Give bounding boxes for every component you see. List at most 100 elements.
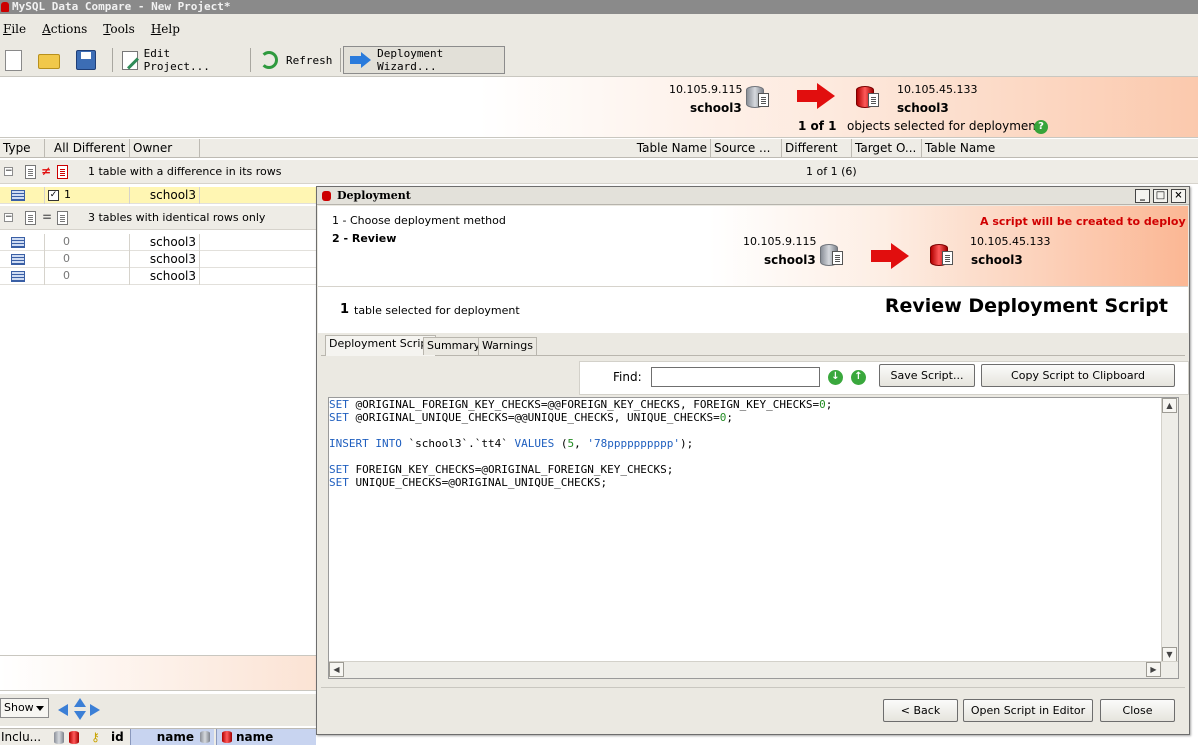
- column-source[interactable]: Source ...: [711, 139, 782, 158]
- column-owner[interactable]: Owner: [130, 139, 200, 158]
- toolbar-separator: [340, 48, 341, 72]
- edit-project-label: Edit Project...: [143, 47, 210, 73]
- save-script-button[interactable]: Save Script...: [879, 364, 975, 387]
- detail-banner: [0, 655, 316, 691]
- find-previous-icon[interactable]: ↑: [851, 370, 866, 385]
- toolbar: Edit Project... Refresh Deployment Wizar…: [0, 44, 1198, 77]
- key-icon: ⚷: [91, 730, 100, 744]
- script-line: INSERT INTO `school3`.`tt4` VALUES (5, '…: [329, 437, 694, 450]
- source-doc-icon: [25, 165, 36, 179]
- window-title: MySQL Data Compare - New Project*: [12, 0, 231, 13]
- table-row[interactable]: ✓ 1 school3: [0, 187, 316, 204]
- row-value: 0: [45, 251, 130, 268]
- maximize-button[interactable]: □: [1153, 189, 1168, 203]
- column-different[interactable]: Different: [782, 139, 852, 158]
- refresh-button[interactable]: Refresh: [260, 46, 334, 74]
- arrow-right-icon: [350, 52, 371, 68]
- step-choose-method[interactable]: 1 - Choose deployment method: [332, 214, 506, 227]
- column-include[interactable]: Inclu...: [1, 730, 41, 744]
- group-row-identical[interactable]: − = 3 tables with identical rows only: [0, 206, 316, 230]
- close-window-button[interactable]: ×: [1171, 189, 1186, 203]
- group-label: 1 table with a difference in its rows: [88, 165, 282, 178]
- scroll-right-icon[interactable]: ▶: [1146, 662, 1161, 677]
- step-review[interactable]: 2 - Review: [332, 232, 396, 245]
- target-database-icon: [856, 83, 879, 109]
- group-row-different[interactable]: − ≠ 1 table with a difference in its row…: [0, 160, 1198, 184]
- table-row[interactable]: 0 school3: [0, 234, 316, 251]
- tab-deployment-script[interactable]: Deployment Script: [325, 335, 436, 356]
- open-script-editor-button[interactable]: Open Script in Editor: [963, 699, 1093, 722]
- column-type[interactable]: Type: [0, 139, 45, 158]
- navigate-arrows-icon[interactable]: [58, 698, 102, 720]
- selection-text: objects selected for deployment: [847, 119, 1041, 133]
- dialog-app-icon: [322, 191, 331, 201]
- deploy-arrow-icon: [871, 243, 909, 269]
- group-count: 1 of 1 (6): [806, 165, 857, 178]
- dialog-title: Deployment: [337, 189, 411, 202]
- script-line: SET UNIQUE_CHECKS=@ORIGINAL_UNIQUE_CHECK…: [329, 476, 608, 489]
- column-name-source[interactable]: name: [130, 729, 214, 745]
- selected-text: table selected for deployment: [354, 304, 520, 317]
- show-bar: Show: [0, 694, 316, 726]
- scroll-down-icon[interactable]: ▼: [1162, 647, 1177, 662]
- detail-column-header: Inclu... ⚷ id name name: [0, 728, 316, 745]
- script-line: SET @ORIGINAL_FOREIGN_KEY_CHECKS=@@FOREI…: [329, 398, 833, 411]
- menu-help[interactable]: Help: [150, 20, 181, 38]
- folder-icon: [38, 54, 60, 69]
- open-project-button[interactable]: [38, 46, 64, 74]
- dialog-source-ip: 10.105.9.115: [743, 235, 817, 248]
- deploy-warning: A script will be created to deploy: [980, 215, 1186, 228]
- show-dropdown[interactable]: Show: [0, 698, 49, 718]
- row-checkbox[interactable]: ✓: [48, 190, 59, 201]
- find-input[interactable]: [651, 367, 820, 387]
- row-owner: school3: [130, 234, 200, 251]
- save-project-button[interactable]: [76, 46, 102, 74]
- show-dropdown-label: Show: [4, 701, 34, 714]
- table-row[interactable]: 0 school3: [0, 268, 316, 285]
- collapse-icon[interactable]: −: [4, 167, 13, 176]
- vertical-scrollbar[interactable]: ▲ ▼: [1161, 398, 1178, 662]
- scroll-up-icon[interactable]: ▲: [1162, 398, 1177, 413]
- menu-file[interactable]: File: [2, 20, 27, 38]
- table-icon: [11, 190, 25, 201]
- script-editor[interactable]: SET @ORIGINAL_FOREIGN_KEY_CHECKS=@@FOREI…: [328, 397, 1179, 679]
- target-db-small-icon: [69, 731, 79, 744]
- target-db-name: school3: [897, 101, 949, 115]
- column-id[interactable]: id: [111, 730, 124, 744]
- results-column-header: Type All Different Owner Table Name Sour…: [0, 139, 1198, 158]
- find-next-icon[interactable]: ↓: [828, 370, 843, 385]
- minimize-button[interactable]: _: [1135, 189, 1150, 203]
- script-line: SET @ORIGINAL_UNIQUE_CHECKS=@@UNIQUE_CHE…: [329, 411, 733, 424]
- app-icon: [1, 2, 9, 12]
- new-project-button[interactable]: [2, 46, 26, 74]
- menu-tools[interactable]: Tools: [102, 20, 136, 38]
- horizontal-scrollbar[interactable]: ◀ ▶: [329, 661, 1178, 678]
- help-icon[interactable]: ?: [1034, 120, 1048, 134]
- deployment-wizard-button[interactable]: Deployment Wizard...: [343, 46, 505, 74]
- selection-count: 1 of 1: [798, 119, 837, 133]
- tab-warnings[interactable]: Warnings: [478, 337, 537, 355]
- column-all-different[interactable]: All Different: [45, 139, 130, 158]
- deploy-arrow-icon: [797, 83, 835, 109]
- table-icon: [11, 254, 25, 265]
- copy-script-button[interactable]: Copy Script to Clipboard: [981, 364, 1175, 387]
- scroll-left-icon[interactable]: ◀: [329, 662, 344, 677]
- source-ip: 10.105.9.115: [669, 83, 743, 96]
- menu-actions[interactable]: Actions: [41, 20, 88, 38]
- back-button[interactable]: < Back: [883, 699, 958, 722]
- group-label: 3 tables with identical rows only: [88, 211, 266, 224]
- column-table-name[interactable]: Table Name: [200, 139, 711, 158]
- tab-summary[interactable]: Summary: [423, 337, 485, 355]
- close-button[interactable]: Close: [1100, 699, 1175, 722]
- project-banner: 10.105.9.115 school3 10.105.45.133 schoo…: [0, 77, 1198, 138]
- column-table-name-target[interactable]: Table Name: [922, 139, 1198, 158]
- row-owner: school3: [130, 251, 200, 268]
- column-target[interactable]: Target O...: [852, 139, 922, 158]
- deployment-dialog: Deployment _ □ × 1 - Choose deployment m…: [316, 186, 1190, 735]
- edit-project-button[interactable]: Edit Project...: [122, 46, 240, 74]
- column-name-target[interactable]: name: [216, 729, 316, 745]
- source-db-small-icon: [200, 731, 210, 743]
- collapse-icon[interactable]: −: [4, 213, 13, 222]
- table-row[interactable]: 0 school3: [0, 251, 316, 268]
- dialog-target-db: school3: [971, 253, 1023, 267]
